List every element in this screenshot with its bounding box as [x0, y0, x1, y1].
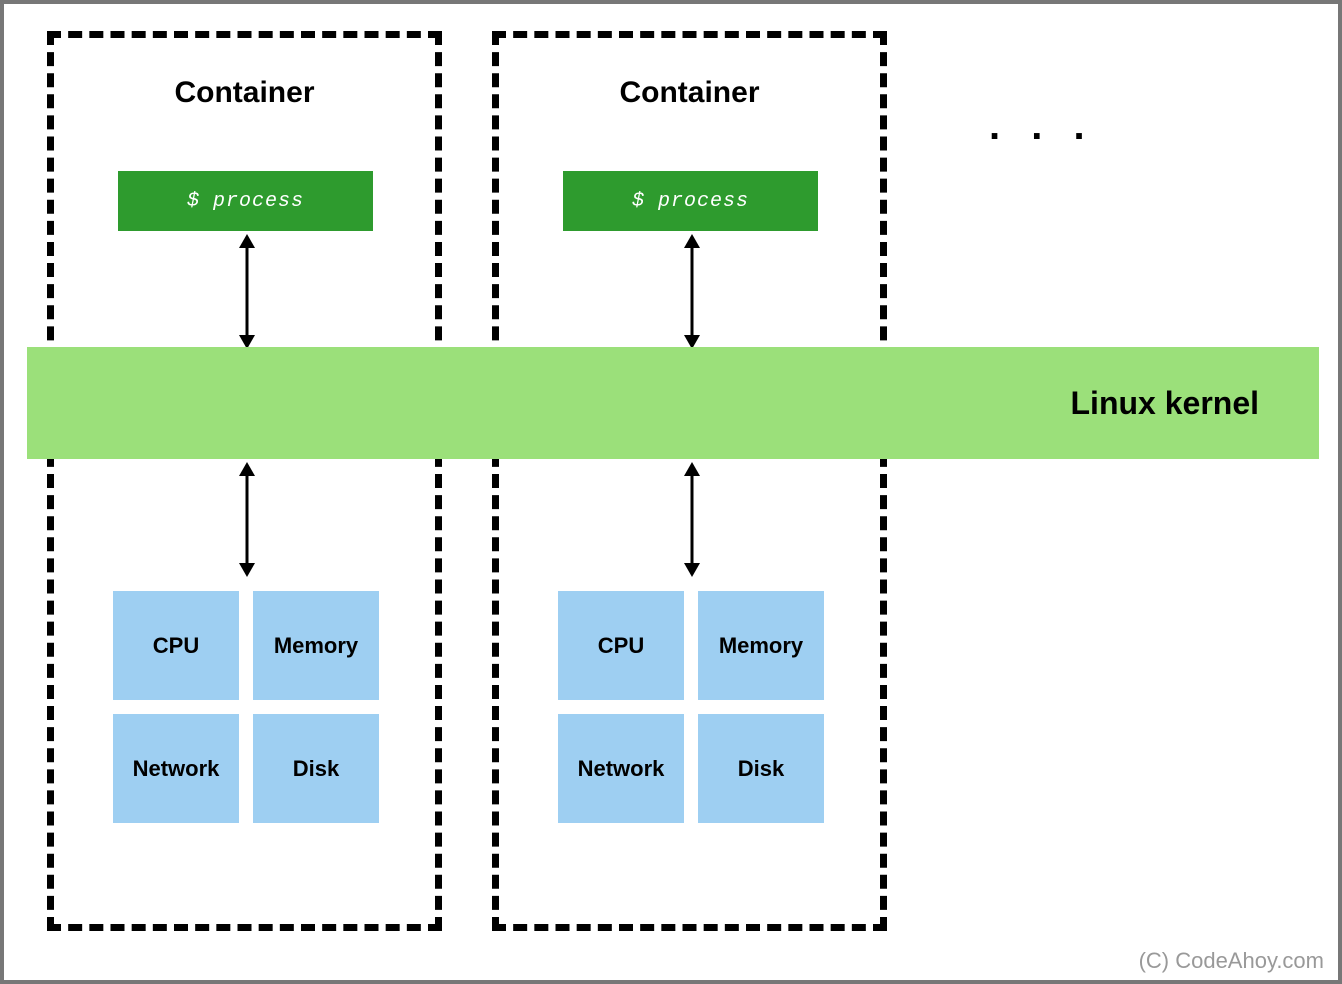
resource-memory-1: Memory — [253, 591, 379, 700]
resource-disk-2: Disk — [698, 714, 824, 823]
container-title: Container — [54, 76, 435, 110]
process-box-1: $ process — [118, 171, 373, 231]
kernel-bar: Linux kernel — [27, 347, 1319, 459]
resource-cpu-1: CPU — [113, 591, 239, 700]
resource-memory-2: Memory — [698, 591, 824, 700]
arrow-process-kernel-1 — [232, 234, 262, 349]
arrow-kernel-resources-2 — [677, 462, 707, 577]
resource-cpu-2: CPU — [558, 591, 684, 700]
process-box-2: $ process — [563, 171, 818, 231]
resource-network-2: Network — [558, 714, 684, 823]
resource-network-1: Network — [113, 714, 239, 823]
attribution-text: (C) CodeAhoy.com — [1139, 948, 1324, 974]
arrow-kernel-resources-1 — [232, 462, 262, 577]
arrow-process-kernel-2 — [677, 234, 707, 349]
ellipsis-more-containers: . . . — [989, 104, 1095, 149]
resource-disk-1: Disk — [253, 714, 379, 823]
diagram-canvas: Container $ process Container $ process … — [0, 0, 1342, 984]
container-title: Container — [499, 76, 880, 110]
